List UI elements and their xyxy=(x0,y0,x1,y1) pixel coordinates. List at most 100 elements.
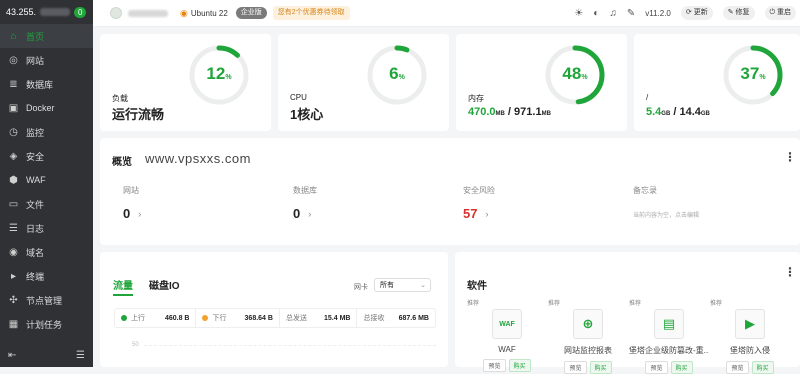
disk-total-unit: GB xyxy=(700,111,710,117)
nic-selected: 所有 xyxy=(380,282,394,289)
preview-button[interactable]: 预览 xyxy=(645,361,668,374)
buy-button[interactable]: 购买 xyxy=(589,361,612,374)
edit-icon[interactable]: ✎ xyxy=(627,8,635,19)
buy-button[interactable]: 购买 xyxy=(751,361,774,374)
memory-card[interactable]: 48% 内存 470.0MB / 971.1MB xyxy=(456,34,627,131)
cpu-card[interactable]: 6% CPU 1核心 xyxy=(278,34,449,131)
sidebar-item-0[interactable]: ⌂ 首页 xyxy=(0,24,93,48)
risk-stat[interactable]: 安全风险 57 › xyxy=(463,185,495,221)
server-ip[interactable]: 43.255. 0 xyxy=(0,0,93,24)
download-label: 下行 xyxy=(212,315,227,322)
sidebar-item-1[interactable]: ◎ 网站 xyxy=(0,48,93,72)
software-name: 堡塔企业级防篡改-重... xyxy=(629,346,709,355)
repair-label: 修复 xyxy=(735,9,750,16)
terminal-icon: ▸ xyxy=(10,270,17,282)
collapse-icon[interactable]: ⇤ xyxy=(8,350,16,361)
sidebar: 43.255. 0 ⌂ 首页 ◎ 网站 ≣ 数据库 ▣ Docker ◷ 监控 ◈ 安全 ⬢ WAF ▭ 文件… xyxy=(0,0,93,367)
preview-button[interactable]: 预览 xyxy=(564,361,587,374)
database-label: 数据库 xyxy=(293,186,317,195)
menu-icon[interactable]: ☰ xyxy=(76,350,85,361)
load-status: 运行流畅 xyxy=(112,107,165,122)
sidebar-item-10[interactable]: ▸ 终端 xyxy=(0,264,93,288)
buy-button[interactable]: 购买 xyxy=(508,359,531,372)
more-icon[interactable]: ⋮ xyxy=(784,150,796,164)
waf-icon: ⬢ xyxy=(9,174,18,186)
folder-icon: ▭ xyxy=(8,198,19,210)
sites-label: 网站 xyxy=(123,186,139,195)
upload-label: 上行 xyxy=(131,315,145,322)
avatar[interactable] xyxy=(110,7,122,19)
theme-icon[interactable]: ☀ xyxy=(574,8,583,19)
cpu-percent-value: 6 xyxy=(389,64,399,83)
waf-shield-icon: WAF xyxy=(492,309,522,339)
overview-title: 概览 xyxy=(112,157,132,168)
chevron-right-icon[interactable]: › xyxy=(308,209,311,219)
disk-used: 5.4 xyxy=(646,106,662,118)
sidebar-item-5[interactable]: ◈ 安全 xyxy=(0,144,93,168)
sidebar-item-8[interactable]: ☰ 日志 xyxy=(0,216,93,240)
version[interactable]: v11.2.0 xyxy=(645,9,671,18)
edition-badge[interactable]: 企业版 xyxy=(235,7,267,19)
sidebar-item-12[interactable]: ▦ 计划任务 xyxy=(0,312,93,336)
preview-button[interactable]: 预览 xyxy=(726,361,749,374)
skin-icon[interactable]: ◐ xyxy=(593,8,599,19)
buy-button[interactable]: 购买 xyxy=(670,361,693,374)
os-info: ◉ Ubuntu 22 xyxy=(180,8,228,19)
memo-stat[interactable]: 备忘录 当前内容为空，点击编辑 xyxy=(633,185,699,219)
database-icon: ≣ xyxy=(9,78,18,90)
update-button[interactable]: ⟳ 更新 xyxy=(680,6,713,20)
tab-disk-io[interactable]: 磁盘IO xyxy=(149,277,180,292)
coupon-banner[interactable]: 您有2个优惠券待领取 xyxy=(272,6,350,20)
notification-count[interactable]: 0 xyxy=(74,6,87,18)
software-item[interactable]: 推荐 ▤ 堡塔企业级防篡改-重... 预览 购买 xyxy=(629,298,709,374)
tamper-proof-icon: ▤ xyxy=(654,309,684,339)
calendar-icon: ▦ xyxy=(8,318,19,330)
sidebar-item-label: 安全 xyxy=(26,151,45,162)
received-cell: 总接收 687.6 MB xyxy=(357,309,435,327)
more-icon[interactable]: ⋮ xyxy=(784,265,796,279)
restart-button[interactable]: ⏻ 重启 xyxy=(764,6,796,20)
sidebar-item-11[interactable]: ✣ 节点管理 xyxy=(0,288,93,312)
sidebar-item-4[interactable]: ◷ 监控 xyxy=(0,120,93,144)
memo-label: 备忘录 xyxy=(633,186,657,195)
chevron-right-icon[interactable]: › xyxy=(138,209,141,219)
disk-percent-value: 37 xyxy=(740,64,760,83)
disk-card[interactable]: 37% / 5.4GB / 14.4GB xyxy=(634,34,800,131)
preview-button[interactable]: 预览 xyxy=(483,359,506,372)
sidebar-item-2[interactable]: ≣ 数据库 xyxy=(0,72,93,96)
nic-select[interactable]: 所有 ⌄ xyxy=(374,278,431,292)
traffic-summary: 上行 460.8 B 下行 368.64 B 总发送 15.4 MB 总接收 687.6… xyxy=(114,308,436,328)
software-item[interactable]: 推荐 ⊕ 网站监控报表 预览 购买 xyxy=(548,298,628,374)
overview-card: 概览 www.vpsxxs.com ⋮ 网站 0 › 数据库 0 › 安全风险 57… xyxy=(100,138,800,245)
database-stat[interactable]: 数据库 0 › xyxy=(293,185,317,221)
bell-icon[interactable]: ♫ xyxy=(609,8,617,19)
monitor-icon: ◷ xyxy=(9,126,18,138)
load-label: 负载 xyxy=(112,94,128,103)
load-card[interactable]: 12% 负载 运行流畅 xyxy=(100,34,271,131)
sidebar-item-9[interactable]: ◉ 域名 xyxy=(0,240,93,264)
software-item[interactable]: 推荐 ▶ 堡塔防入侵 预览 购买 xyxy=(710,298,790,374)
sidebar-item-label: 节点管理 xyxy=(26,295,63,306)
sites-stat[interactable]: 网站 0 › xyxy=(123,185,141,221)
topbar: ◉ Ubuntu 22 企业版 您有2个优惠券待领取 ☀ ◐ ♫ ✎ v11.2… xyxy=(93,0,800,27)
software-item[interactable]: 推荐 WAF WAF 预览 购买 xyxy=(467,298,547,372)
tab-traffic[interactable]: 流量 xyxy=(113,277,133,296)
sidebar-item-6[interactable]: ⬢ WAF xyxy=(0,168,93,192)
memory-percent: 48% xyxy=(562,64,588,83)
software-name: 网站监控报表 xyxy=(564,346,612,355)
disk-total: 14.4 xyxy=(679,106,701,118)
received-label: 总接收 xyxy=(363,315,385,322)
domain-icon: ◉ xyxy=(9,246,18,258)
software-card: 软件 ⋮ 推荐 WAF WAF 预览 购买 推荐 ⊕ 网站监控报表 预览 购买 推荐 ▤ 堡塔企业级防篡… xyxy=(455,252,800,374)
sidebar-item-3[interactable]: ▣ Docker xyxy=(0,96,93,120)
repair-button[interactable]: ✎ 修复 xyxy=(722,6,755,20)
sidebar-item-7[interactable]: ▭ 文件 xyxy=(0,192,93,216)
load-percent-value: 12 xyxy=(206,64,226,83)
sidebar-item-label: 计划任务 xyxy=(26,319,63,330)
watermark-domain: www.vpsxxs.com xyxy=(145,151,251,166)
chevron-right-icon[interactable]: › xyxy=(485,209,488,219)
sent-cell: 总发送 15.4 MB xyxy=(280,309,358,327)
restart-label: 重启 xyxy=(777,9,791,16)
disk-usage: 5.4GB / 14.4GB xyxy=(646,106,710,118)
memo-hint[interactable]: 当前内容为空，点击编辑 xyxy=(633,210,699,219)
